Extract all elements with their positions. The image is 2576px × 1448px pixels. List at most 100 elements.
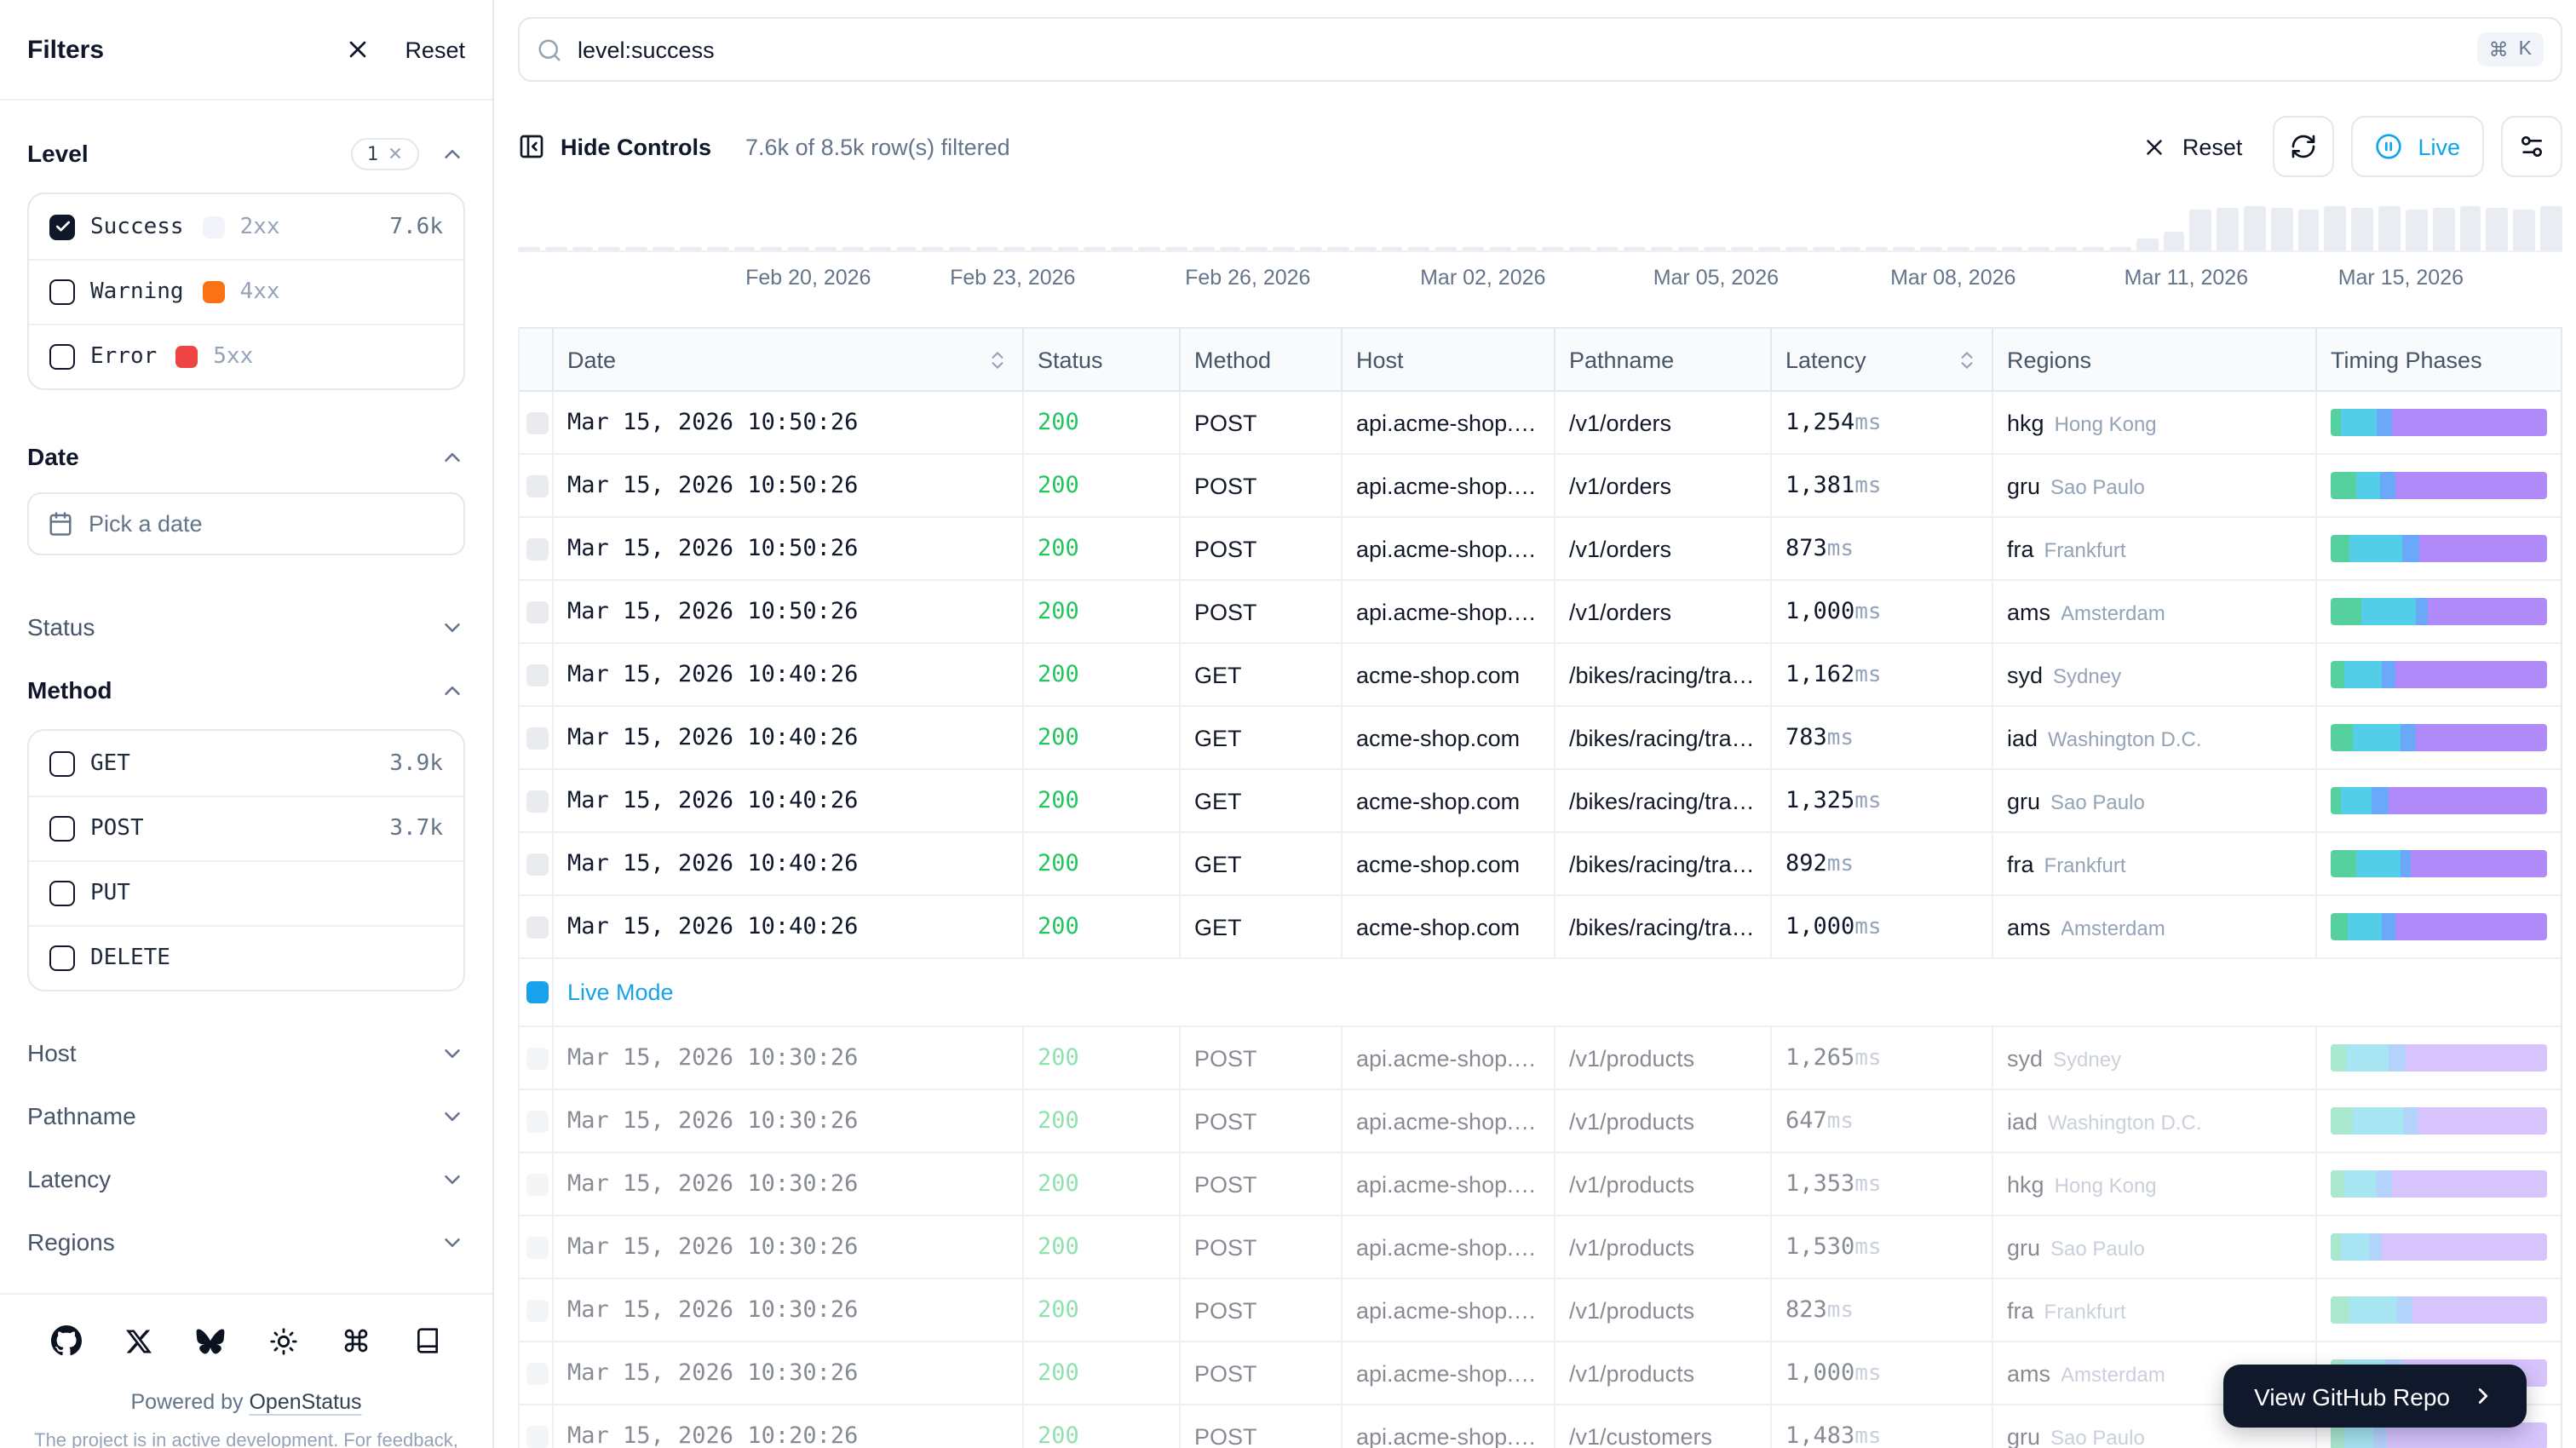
timeline-bar[interactable] (2378, 206, 2401, 250)
timeline-bar[interactable] (1974, 247, 1996, 250)
timeline-bar[interactable] (1030, 247, 1052, 250)
sun-link[interactable] (269, 1326, 298, 1355)
timeline-bar[interactable] (545, 247, 567, 250)
timeline-bar[interactable] (869, 247, 891, 250)
timeline-bar[interactable] (2055, 247, 2077, 250)
section-latency-header[interactable]: Latency (27, 1148, 465, 1210)
row-select-checkbox[interactable] (526, 790, 549, 812)
search-bar[interactable]: level:success ⌘K (518, 17, 2562, 82)
live-mode-row[interactable]: Live Mode (520, 959, 2561, 1027)
timeline-bar[interactable] (1677, 247, 1699, 250)
timeline-bar[interactable] (1462, 247, 1484, 250)
timeline-bar[interactable] (2136, 238, 2158, 250)
row-select-checkbox[interactable] (526, 664, 549, 686)
timeline-bar[interactable] (1866, 247, 1889, 250)
row-select-cell[interactable] (520, 1216, 554, 1278)
timeline-bar[interactable] (1785, 247, 1808, 250)
table-row[interactable]: Mar 15, 2026 10:50:26200POSTapi.acme-sho… (520, 392, 2561, 455)
timeline-bar[interactable] (626, 247, 648, 250)
timeline-bar[interactable] (2163, 232, 2185, 250)
filters-reset-button[interactable]: Reset (405, 37, 465, 62)
table-row[interactable]: Mar 15, 2026 10:40:26200GETacme-shop.com… (520, 833, 2561, 896)
row-select-checkbox[interactable] (526, 727, 549, 749)
timeline-bar[interactable] (2352, 208, 2374, 250)
row-select-cell[interactable] (520, 1405, 554, 1448)
command-link[interactable] (342, 1327, 370, 1354)
live-toggle-button[interactable]: Live (2351, 116, 2484, 177)
timeline-bar[interactable] (2433, 208, 2455, 250)
timeline-bar[interactable] (2244, 206, 2266, 250)
timeline-bar[interactable] (1408, 247, 1430, 250)
view-settings-button[interactable] (2501, 116, 2562, 177)
timeline-bar[interactable] (1354, 247, 1376, 250)
row-select-cell[interactable] (520, 455, 554, 516)
live-mode-label[interactable]: Live Mode (554, 959, 687, 1026)
timeline-bar[interactable] (2459, 206, 2481, 250)
row-select-cell[interactable] (520, 1342, 554, 1404)
table-row[interactable]: Mar 15, 2026 10:30:26200POSTapi.acme-sho… (520, 1153, 2561, 1216)
timeline-bar[interactable] (1435, 247, 1457, 250)
table-row[interactable]: Mar 15, 2026 10:40:26200GETacme-shop.com… (520, 644, 2561, 707)
method-option-post[interactable]: POST3.7k (29, 796, 463, 860)
table-row[interactable]: Mar 15, 2026 10:50:26200POSTapi.acme-sho… (520, 581, 2561, 644)
reset-table-button[interactable]: Reset (2142, 134, 2243, 159)
table-row[interactable]: Mar 15, 2026 10:40:26200GETacme-shop.com… (520, 707, 2561, 770)
section-host-header[interactable]: Host (27, 1022, 465, 1083)
timeline-bar[interactable] (1489, 247, 1511, 250)
row-select-cell[interactable] (520, 1153, 554, 1215)
table-row[interactable]: Mar 15, 2026 10:50:26200POSTapi.acme-sho… (520, 455, 2561, 518)
timeline-bar[interactable] (2487, 208, 2509, 250)
timeline-bar[interactable] (976, 247, 998, 250)
timeline-bar[interactable] (733, 247, 756, 250)
row-select-checkbox[interactable] (526, 474, 549, 497)
row-select-cell[interactable] (520, 896, 554, 957)
timeline-bar[interactable] (2028, 247, 2050, 250)
column-header-latency[interactable]: Latency (1772, 329, 1993, 390)
table-row[interactable]: Mar 15, 2026 10:30:26200POSTapi.acme-sho… (520, 1027, 2561, 1090)
book-link[interactable] (414, 1327, 441, 1354)
row-select-checkbox[interactable] (526, 1362, 549, 1384)
checkbox[interactable] (49, 279, 75, 305)
row-select-cell[interactable] (520, 518, 554, 579)
timeline-bar[interactable] (2271, 208, 2293, 250)
row-select-checkbox[interactable] (526, 853, 549, 875)
level-option-success[interactable]: Success2xx7.6k (29, 194, 463, 259)
timeline-bar[interactable] (923, 247, 945, 250)
timeline-bar[interactable] (1300, 247, 1322, 250)
timeline-bar[interactable] (1515, 247, 1538, 250)
row-select-checkbox[interactable] (526, 537, 549, 560)
section-method-header[interactable]: Method (27, 661, 465, 719)
timeline-bar[interactable] (950, 247, 972, 250)
checkbox[interactable] (49, 881, 75, 906)
refresh-button[interactable] (2273, 116, 2334, 177)
timeline-bar[interactable] (1839, 247, 1861, 250)
timeline-bar[interactable] (895, 247, 917, 250)
timeline-bar[interactable] (2082, 247, 2104, 250)
row-select-cell[interactable] (520, 392, 554, 453)
checkbox[interactable] (49, 344, 75, 370)
timeline-bar[interactable] (707, 247, 729, 250)
timeline-bar[interactable] (1381, 247, 1403, 250)
timeline-bar[interactable] (2217, 208, 2239, 250)
timeline-bar[interactable] (2514, 210, 2536, 250)
checkbox[interactable] (49, 214, 75, 239)
timeline-bar[interactable] (1219, 247, 1241, 250)
timeline-bar[interactable] (1138, 247, 1160, 250)
level-option-warning[interactable]: Warning4xx (29, 259, 463, 324)
timeline-bar[interactable] (1165, 247, 1187, 250)
view-github-repo-button[interactable]: View GitHub Repo (2223, 1365, 2527, 1428)
date-picker-input[interactable]: Pick a date (27, 492, 465, 555)
table-row[interactable]: Mar 15, 2026 10:40:26200GETacme-shop.com… (520, 896, 2561, 959)
timeline-bar[interactable] (1651, 247, 1673, 250)
level-filter-badge[interactable]: 1 (352, 137, 419, 170)
timeline-bars[interactable] (518, 201, 2562, 252)
timeline-bar[interactable] (2297, 210, 2320, 250)
timeline-bar[interactable] (1893, 247, 1915, 250)
row-select-checkbox[interactable] (526, 1173, 549, 1195)
timeline-bar[interactable] (1003, 247, 1026, 250)
timeline-chart[interactable]: Feb 20, 2026Feb 23, 2026Feb 26, 2026Mar … (518, 201, 2562, 303)
row-select-checkbox[interactable] (526, 1299, 549, 1321)
timeline-bar[interactable] (1758, 247, 1780, 250)
timeline-bar[interactable] (653, 247, 675, 250)
bluesky-link[interactable] (196, 1328, 225, 1353)
